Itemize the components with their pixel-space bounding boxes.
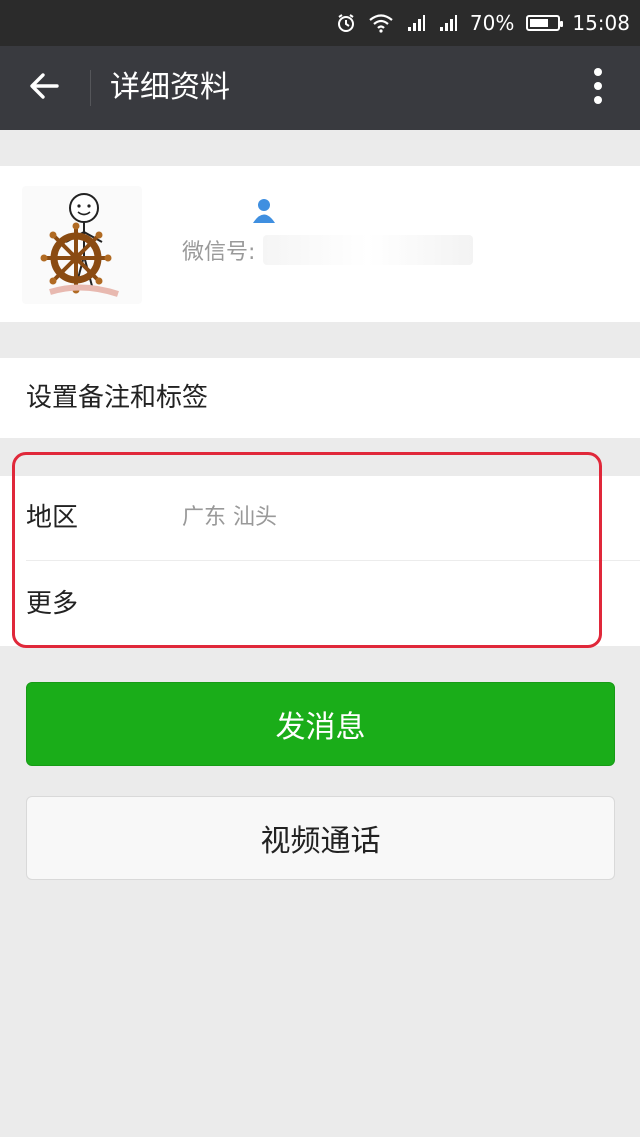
nickname-redacted [183, 198, 217, 218]
more-menu-button[interactable] [578, 64, 618, 112]
page-title: 详细资料 [110, 70, 230, 105]
person-icon [250, 196, 278, 228]
profile-card: 微信号: [0, 166, 640, 322]
status-icons: 70% 15:08 [336, 0, 630, 46]
back-button[interactable] [20, 64, 68, 112]
highlight-annotation [12, 452, 602, 648]
remark-tag-row[interactable]: 设置备注和标签 [0, 358, 640, 438]
signal-icon [438, 13, 458, 33]
wechat-id-label: 微信号: [182, 240, 256, 265]
more-vertical-icon [593, 67, 603, 109]
wifi-icon [368, 13, 394, 33]
avatar[interactable] [22, 186, 142, 304]
app-bar-divider [90, 70, 91, 106]
battery-icon [526, 15, 564, 31]
wechat-id-redacted [263, 235, 474, 265]
wechat-id-row: 微信号: [182, 232, 474, 268]
signal-icon [406, 13, 426, 33]
app-bar: 详细资料 [0, 46, 640, 130]
stickman-ship-wheel-avatar [40, 193, 119, 297]
clock: 15:08 [572, 11, 630, 35]
alarm-icon [336, 13, 356, 33]
video-call-button[interactable]: 视频通话 [26, 796, 615, 880]
arrow-left-icon [27, 71, 61, 105]
battery-percent: 70% [469, 11, 515, 35]
status-bar: 70% 15:08 [0, 0, 640, 46]
send-message-button[interactable]: 发消息 [26, 682, 615, 766]
remark-tag-label: 设置备注和标签 [26, 383, 209, 413]
